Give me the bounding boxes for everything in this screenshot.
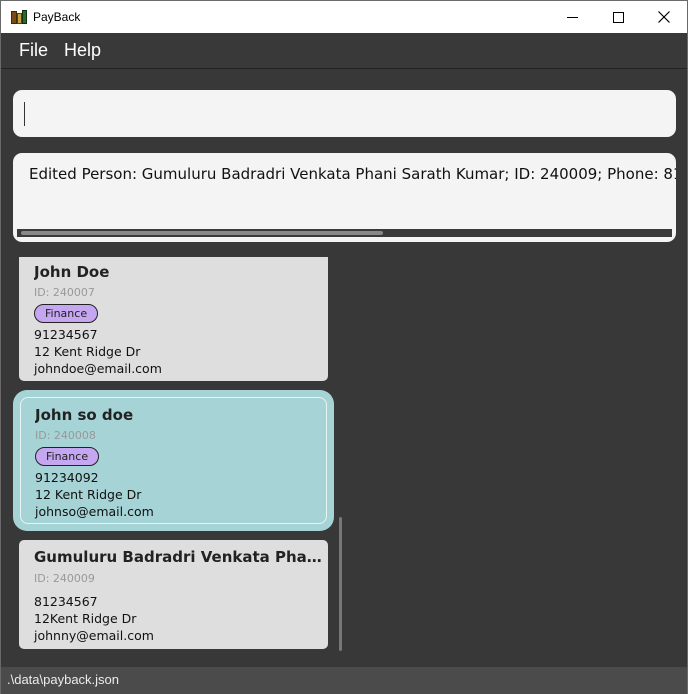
person-name: Gumuluru Badradri Venkata Phani Sar... bbox=[34, 548, 329, 566]
person-card[interactable]: John Doe ID: 240007 Finance 91234567 12 … bbox=[19, 257, 328, 381]
person-id: ID: 240009 bbox=[34, 572, 95, 585]
person-address: 12 Kent Ridge Dr bbox=[34, 344, 141, 359]
window-title: PayBack bbox=[33, 10, 81, 24]
person-phone: 81234567 bbox=[34, 594, 98, 609]
person-tag: Finance bbox=[34, 304, 99, 323]
data-file-path: .\data\payback.json bbox=[7, 672, 120, 687]
result-display: Edited Person: Gumuluru Badradri Venkata… bbox=[13, 153, 676, 242]
person-address: 12 Kent Ridge Dr bbox=[35, 487, 142, 502]
person-id: ID: 240007 bbox=[34, 286, 95, 299]
person-address: 12Kent Ridge Dr bbox=[34, 611, 137, 626]
command-input[interactable] bbox=[13, 90, 676, 137]
close-button[interactable] bbox=[641, 1, 687, 33]
maximize-icon bbox=[612, 11, 624, 23]
person-email: johnso@email.com bbox=[35, 504, 154, 519]
minimize-button[interactable] bbox=[549, 1, 595, 33]
person-phone: 91234567 bbox=[34, 327, 98, 342]
menu-help[interactable]: Help bbox=[64, 40, 101, 61]
horizontal-scrollbar[interactable] bbox=[17, 229, 672, 237]
title-bar: PayBack bbox=[1, 1, 687, 33]
person-email: johnny@email.com bbox=[34, 628, 154, 643]
menu-file[interactable]: File bbox=[19, 40, 48, 61]
person-card-selected[interactable]: John so doe ID: 240008 Finance 91234092 … bbox=[13, 390, 334, 531]
books-icon bbox=[11, 9, 27, 25]
horizontal-scroll-thumb[interactable] bbox=[21, 231, 383, 235]
maximize-button[interactable] bbox=[595, 1, 641, 33]
minimize-icon bbox=[566, 16, 578, 18]
result-message: Edited Person: Gumuluru Badradri Venkata… bbox=[29, 165, 676, 183]
person-name: John so doe bbox=[35, 406, 134, 424]
person-phone: 91234092 bbox=[35, 470, 99, 485]
menu-bar: File Help bbox=[1, 33, 687, 69]
person-email: johndoe@email.com bbox=[34, 361, 162, 376]
person-card[interactable]: Gumuluru Badradri Venkata Phani Sar... I… bbox=[19, 540, 329, 649]
person-name: John Doe bbox=[34, 263, 110, 281]
close-icon bbox=[658, 11, 670, 23]
person-id: ID: 240008 bbox=[35, 429, 96, 442]
app-window: PayBack File Help Edited Person: Gumulur… bbox=[0, 0, 688, 694]
text-caret bbox=[24, 102, 25, 126]
person-tag: Finance bbox=[35, 447, 100, 466]
list-scrollbar[interactable] bbox=[339, 517, 342, 651]
status-bar: .\data\payback.json bbox=[1, 667, 687, 694]
